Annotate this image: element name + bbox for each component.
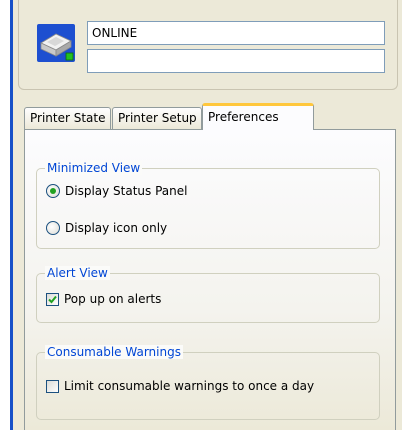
checkmark-icon bbox=[48, 295, 57, 303]
window-left-edge bbox=[10, 0, 13, 430]
printer-icon bbox=[37, 24, 75, 62]
status-panel bbox=[18, 0, 398, 90]
preferences-panel: Minimized View Display Status Panel Disp… bbox=[24, 129, 396, 430]
alert-view-group: Alert View Pop up on alerts bbox=[36, 266, 380, 323]
tab-preferences[interactable]: Preferences bbox=[202, 103, 314, 130]
status-text-line-1: ONLINE bbox=[87, 21, 385, 45]
pop-up-on-alerts-label: Pop up on alerts bbox=[64, 292, 162, 306]
display-status-panel-label: Display Status Panel bbox=[65, 184, 188, 198]
consumable-warnings-group: Consumable Warnings Limit consumable war… bbox=[36, 345, 380, 420]
minimized-view-legend: Minimized View bbox=[45, 161, 143, 175]
printer-status-window: ONLINE Printer State Printer Setup Prefe… bbox=[0, 0, 404, 430]
pop-up-on-alerts-checkbox[interactable]: Pop up on alerts bbox=[46, 290, 161, 308]
display-icon-only-radio[interactable]: Display icon only bbox=[46, 219, 167, 237]
tab-printer-state[interactable]: Printer State bbox=[24, 107, 111, 129]
display-icon-only-label: Display icon only bbox=[65, 221, 168, 235]
minimized-view-group: Minimized View Display Status Panel Disp… bbox=[36, 161, 380, 249]
radio-selected-icon[interactable] bbox=[46, 184, 60, 198]
consumable-warnings-legend: Consumable Warnings bbox=[45, 345, 183, 359]
tab-printer-setup[interactable]: Printer Setup bbox=[112, 107, 202, 129]
limit-consumable-warnings-checkbox[interactable]: Limit consumable warnings to once a day bbox=[46, 377, 314, 395]
display-status-panel-radio[interactable]: Display Status Panel bbox=[46, 182, 187, 200]
status-text-line-2 bbox=[87, 49, 385, 73]
checkbox-checked-icon[interactable] bbox=[46, 292, 59, 306]
alert-view-legend: Alert View bbox=[45, 266, 110, 280]
window-left-margin bbox=[0, 0, 10, 430]
limit-consumable-warnings-label: Limit consumable warnings to once a day bbox=[64, 379, 315, 393]
radio-unselected-icon[interactable] bbox=[46, 221, 60, 235]
checkbox-unchecked-icon[interactable] bbox=[46, 379, 59, 393]
